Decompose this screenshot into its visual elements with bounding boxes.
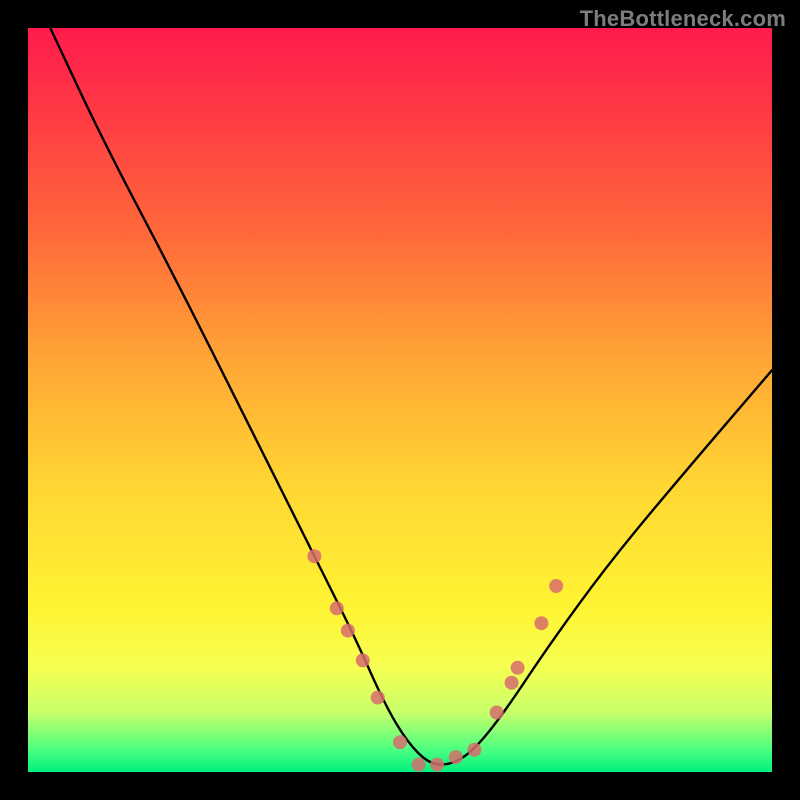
highlight-dot <box>549 579 563 593</box>
highlight-dot <box>341 624 355 638</box>
chart-frame: TheBottleneck.com <box>0 0 800 800</box>
highlight-dot <box>330 601 344 615</box>
highlight-dot <box>505 676 519 690</box>
highlight-dot <box>511 661 525 675</box>
highlight-dot <box>412 758 426 772</box>
highlight-dot <box>449 750 463 764</box>
highlight-dot <box>356 653 370 667</box>
highlight-dot <box>393 735 407 749</box>
highlight-dots-group <box>307 549 563 771</box>
highlight-dot <box>467 743 481 757</box>
plot-area <box>28 28 772 772</box>
highlight-dot <box>307 549 321 563</box>
bottleneck-curve-path <box>50 28 772 765</box>
chart-svg <box>28 28 772 772</box>
highlight-dot <box>371 691 385 705</box>
highlight-dot <box>430 758 444 772</box>
highlight-dot <box>534 616 548 630</box>
watermark-text: TheBottleneck.com <box>580 6 786 32</box>
highlight-dot <box>490 706 504 720</box>
